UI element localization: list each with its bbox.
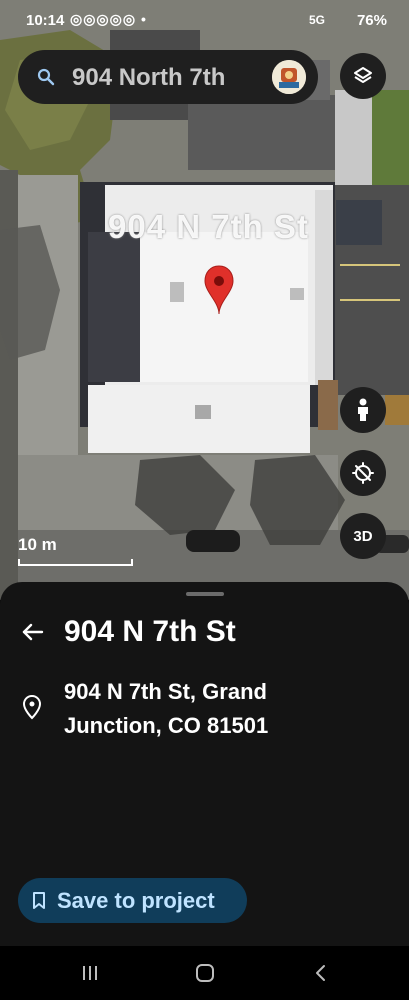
place-title: 904 N 7th St (64, 615, 236, 648)
system-nav-bar (0, 946, 409, 1000)
scale-bar (18, 559, 133, 566)
layers-icon (354, 67, 372, 83)
scale-label: 10 m (18, 535, 57, 554)
home-button[interactable] (190, 960, 220, 986)
back-icon (316, 965, 325, 981)
pegman-icon (358, 398, 368, 421)
recent-apps-icon (83, 966, 97, 980)
nav-back-button[interactable] (305, 960, 335, 986)
compass-button[interactable] (340, 450, 386, 496)
address-line-2: Junction, CO 81501 (64, 713, 269, 738)
street-view-button[interactable] (340, 387, 386, 433)
avatar[interactable] (272, 60, 306, 94)
place-address: 904 N 7th St, Grand Junction, CO 81501 (64, 675, 364, 743)
layers-button[interactable] (340, 53, 386, 99)
save-to-project-button[interactable]: Save to project (18, 878, 247, 923)
map-scale: 10 m (18, 535, 133, 566)
status-time: 10:14 (26, 12, 65, 29)
address-line-1: 904 N 7th St, Grand (64, 679, 267, 704)
status-bar: 10:14 ◎◎◎◎◎ • 5G 76% (0, 0, 409, 40)
battery-level: 76% (356, 12, 387, 29)
bookmark-icon (33, 892, 45, 909)
network-indicator: 5G (308, 13, 325, 27)
back-arrow-icon[interactable] (20, 619, 46, 645)
search-icon (37, 68, 55, 86)
location-pin-icon (22, 694, 42, 720)
home-icon (196, 964, 214, 982)
compass-icon (352, 462, 374, 484)
3d-button[interactable]: 3D (340, 513, 386, 559)
search-query[interactable]: 904 North 7th (72, 64, 272, 92)
save-label: Save to project (57, 888, 215, 913)
avatar-image (272, 60, 306, 94)
map-place-label: 904 N 7th St (108, 208, 309, 245)
place-sheet: 904 N 7th St 904 N 7th St, Grand Junctio… (0, 582, 409, 946)
search-bar[interactable]: 904 North 7th (18, 50, 318, 104)
map-pin-icon[interactable] (203, 264, 235, 316)
drag-handle[interactable] (186, 592, 224, 596)
recent-apps-button[interactable] (75, 960, 105, 986)
notification-icons: ◎◎◎◎◎ • (70, 11, 147, 27)
